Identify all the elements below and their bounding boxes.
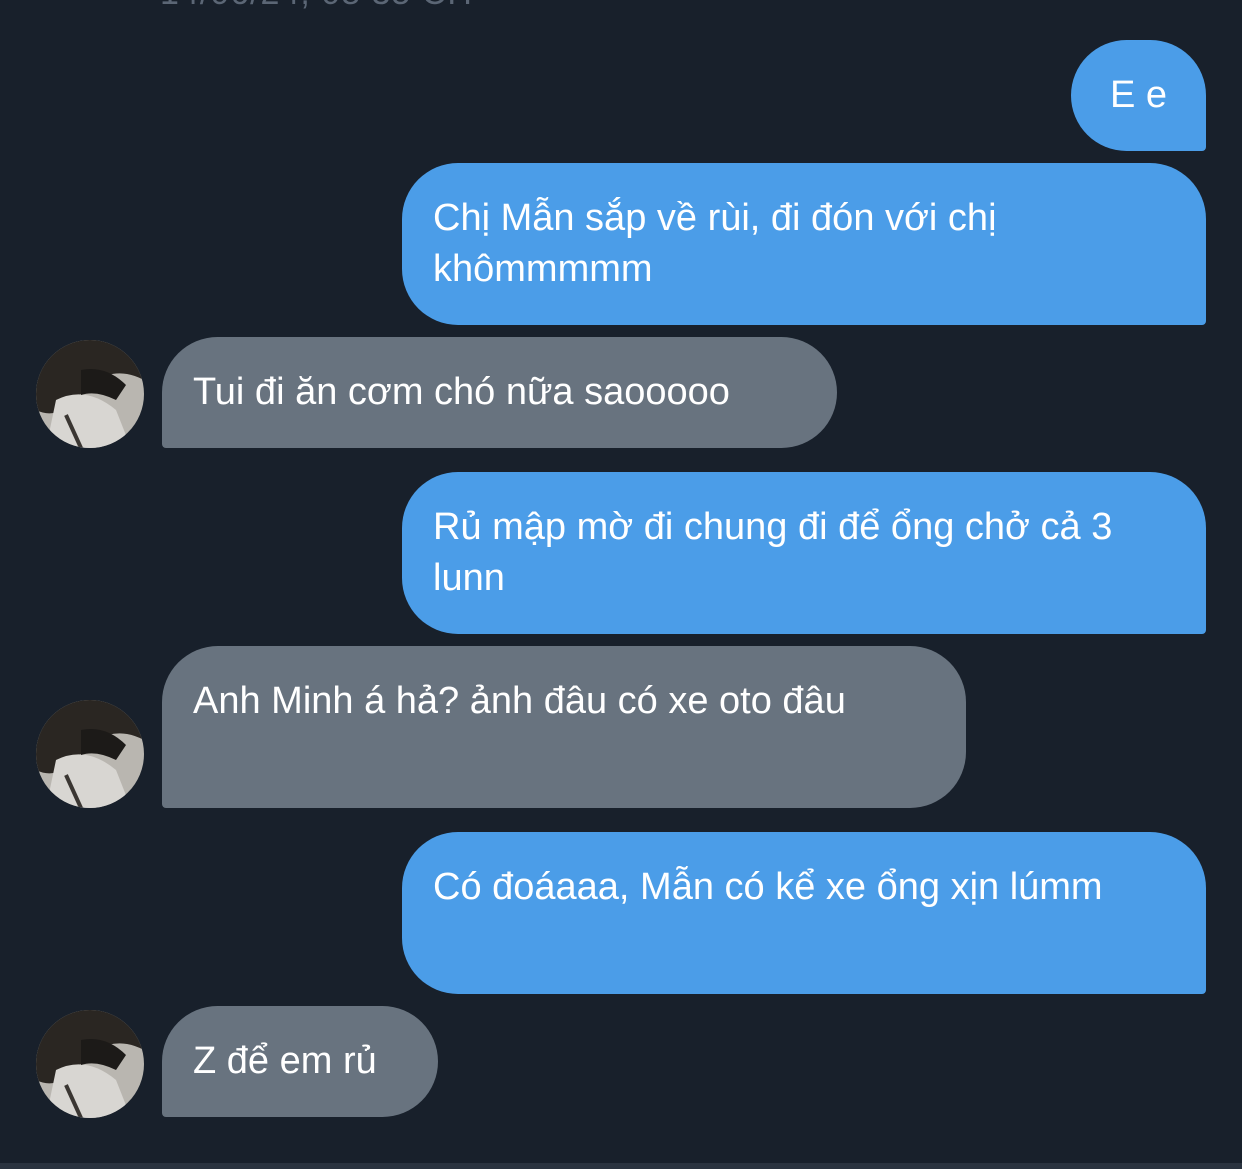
contact-avatar[interactable] (36, 1010, 144, 1118)
message-timestamp: 14/06/24, 08 35 CH (160, 0, 473, 13)
message-bubble-sent[interactable]: E e (1071, 40, 1206, 151)
contact-avatar[interactable] (36, 340, 144, 448)
message-bubble-received[interactable]: Tui đi ăn cơm chó nữa saooooo (162, 337, 837, 448)
avatar-photo-icon (36, 1010, 144, 1118)
bottom-divider (0, 1163, 1242, 1169)
contact-avatar[interactable] (36, 700, 144, 808)
avatar-photo-icon (36, 700, 144, 808)
message-bubble-sent[interactable]: Có đoáaaa, Mẫn có kể xe ổng xịn lúmm (402, 832, 1206, 994)
message-bubble-received[interactable]: Z để em rủ (162, 1006, 438, 1117)
message-bubble-sent[interactable]: Chị Mẫn sắp về rùi, đi đón với chị khômm… (402, 163, 1206, 325)
message-bubble-received[interactable]: Anh Minh á hả? ảnh đâu có xe oto đâu (162, 646, 966, 808)
avatar-photo-icon (36, 340, 144, 448)
message-bubble-sent[interactable]: Rủ mập mờ đi chung đi để ổng chở cả 3 lu… (402, 472, 1206, 634)
